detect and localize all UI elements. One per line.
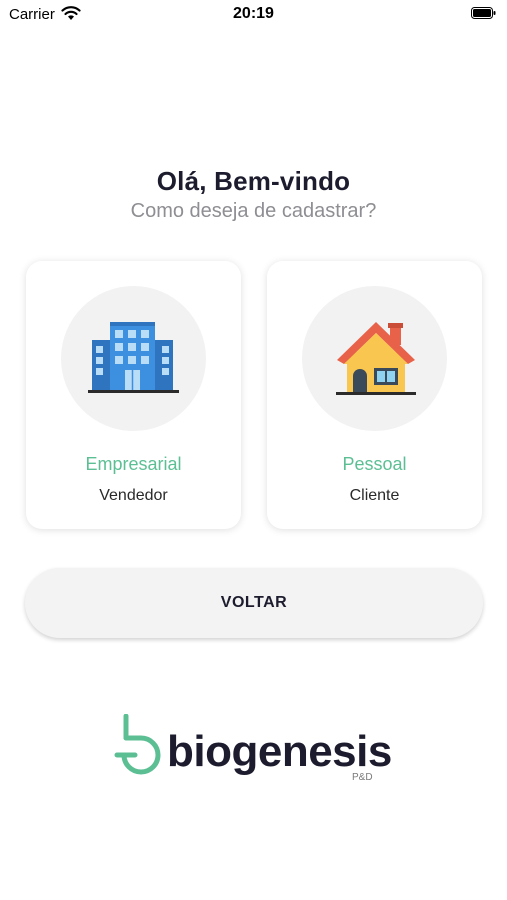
- biogenesis-logo: biogenesis P&D: [113, 714, 403, 790]
- personal-option-title: Pessoal: [342, 454, 407, 474]
- page-subtitle: Como deseja de cadastrar?: [130, 200, 377, 222]
- business-option-subtitle: Vendedor: [99, 487, 168, 504]
- battery-icon: [471, 7, 496, 19]
- business-option-card[interactable]: Empresarial Vendedor: [26, 261, 241, 529]
- business-option-title: Empresarial: [85, 454, 182, 474]
- house-icon: [336, 322, 416, 395]
- personal-option-subtitle: Cliente: [349, 487, 400, 504]
- biogenesis-wordmark: biogenesis: [167, 727, 392, 776]
- personal-option-card[interactable]: Pessoal Cliente: [267, 261, 482, 529]
- biogenesis-mark-icon: [114, 714, 161, 775]
- business-icon-circle: [61, 286, 206, 431]
- page-title: Olá, Bem-vindo: [156, 166, 351, 196]
- back-button[interactable]: VOLTAR: [25, 568, 483, 638]
- personal-icon-circle: [302, 286, 447, 431]
- biogenesis-tagline: P&D: [352, 772, 373, 783]
- office-building-icon: [88, 322, 179, 393]
- status-bar: Carrier 20:19: [0, 0, 507, 30]
- clock: 20:19: [233, 5, 274, 22]
